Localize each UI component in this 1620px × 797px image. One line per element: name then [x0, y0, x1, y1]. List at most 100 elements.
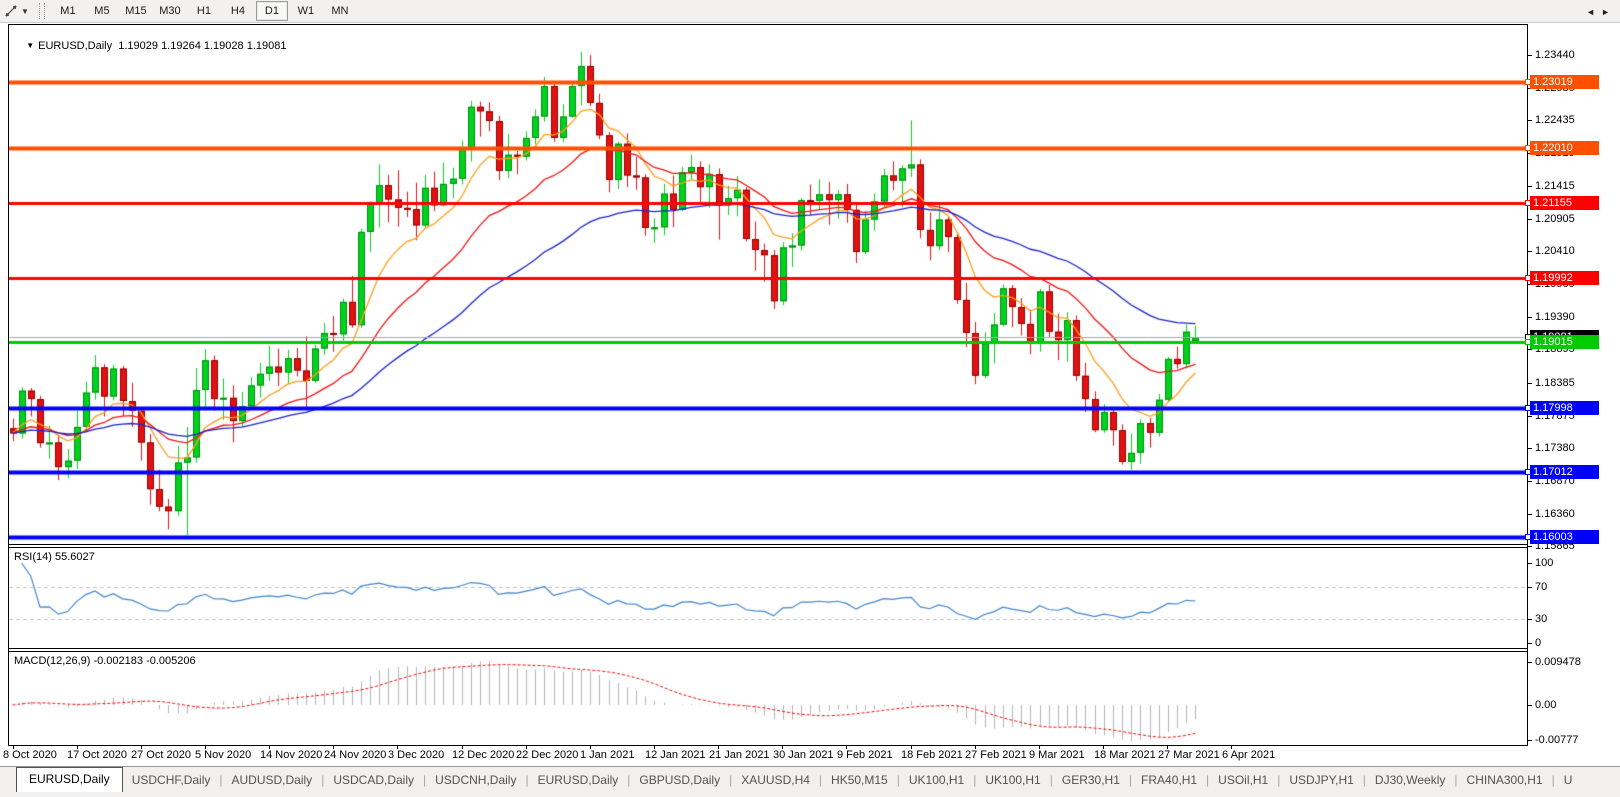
date-tick-label: 8 Oct 2020 — [3, 749, 57, 761]
level-price-box: 1.17998 — [1530, 401, 1599, 415]
chart-tab-ger30-h1[interactable]: GER30,H1 — [1053, 769, 1129, 792]
axis-tick-mark — [1528, 186, 1532, 187]
level-price-box: 1.19015 — [1530, 335, 1599, 349]
axis-tick-mark — [1528, 55, 1532, 56]
chart-tab-uk100-h1[interactable]: UK100,H1 — [900, 769, 973, 792]
date-tick-label: 14 Nov 2020 — [260, 749, 322, 761]
date-tick-label: 30 Jan 2021 — [773, 749, 834, 761]
chart-tab-hk50-m15[interactable]: HK50,M15 — [822, 769, 897, 792]
date-tick-label: 27 Mar 2021 — [1158, 749, 1220, 761]
date-tick-label: 24 Nov 2020 — [324, 749, 386, 761]
axis-tick-mark — [1528, 514, 1532, 515]
chart-tab-bar: EURUSD,DailyUSDCHF,Daily|AUDUSD,Daily|US… — [0, 766, 1620, 792]
chart-tab-usdcnh-daily[interactable]: USDCNH,Daily — [426, 769, 525, 792]
date-tick-label: 27 Oct 2020 — [131, 749, 191, 761]
tab-scroll-left-icon[interactable]: ◄ — [1586, 7, 1601, 17]
price-tick-label: 1.18385 — [1535, 376, 1575, 390]
date-tick-label: 12 Jan 2021 — [645, 749, 706, 761]
price-tick-label: 30 — [1535, 612, 1547, 626]
level-connector-icon — [1525, 405, 1531, 411]
axis-tick-mark — [1528, 120, 1532, 121]
chart-tab-gbpusd-daily[interactable]: GBPUSD,Daily — [630, 769, 729, 792]
timeframe-toolbar: ▼ M1M5M15M30H1H4D1W1MN — [0, 0, 1620, 23]
chart-tab-eurusd-daily[interactable]: EURUSD,Daily — [529, 769, 628, 792]
chart-symbol-title: ▼EURUSD,Daily 1.19029 1.19264 1.19028 1.… — [14, 28, 286, 64]
rsi-label: RSI(14) 55.6027 — [14, 551, 95, 563]
date-tick-label: 27 Feb 2021 — [965, 749, 1027, 761]
chart-tab-china300-h1[interactable]: CHINA300,H1 — [1458, 769, 1552, 792]
timeframe-button-mn[interactable]: MN — [324, 1, 356, 21]
timeframe-button-m1[interactable]: M1 — [52, 1, 84, 21]
level-connector-icon — [1525, 145, 1531, 151]
chart-tab-u[interactable]: U — [1555, 769, 1582, 792]
chart-tab-usdcad-daily[interactable]: USDCAD,Daily — [324, 769, 423, 792]
price-tick-label: 1.20905 — [1535, 212, 1575, 226]
chart-tab-usdjpy-h1[interactable]: USDJPY,H1 — [1280, 769, 1362, 792]
chevron-down-icon[interactable]: ▼ — [21, 7, 29, 16]
date-axis: 8 Oct 2020 17 Oct 2020 27 Oct 2020 5 Nov 20… — [0, 746, 1620, 766]
axis-tick-mark — [1528, 349, 1532, 350]
chart-tab-usoil-h1[interactable]: USOil,H1 — [1209, 769, 1277, 792]
level-connector-icon — [1525, 534, 1531, 540]
axis-tick-mark — [1528, 219, 1532, 220]
date-tick-label: 22 Dec 2020 — [516, 749, 578, 761]
chart-tab-uk100-h1[interactable]: UK100,H1 — [976, 769, 1049, 792]
timeframe-button-d1[interactable]: D1 — [256, 1, 288, 21]
toolbar-grip[interactable] — [39, 3, 45, 19]
level-price-box: 1.22010 — [1530, 141, 1599, 155]
axis-tick-mark — [1528, 705, 1532, 706]
chart-tab-fra40-h1[interactable]: FRA40,H1 — [1132, 769, 1206, 792]
axis-tick-mark — [1528, 481, 1532, 482]
price-tick-label: 100 — [1535, 556, 1553, 570]
date-tick-label: 18 Mar 2021 — [1094, 749, 1156, 761]
timeframe-button-m5[interactable]: M5 — [86, 1, 118, 21]
tab-scroll-right-icon[interactable]: ► — [1601, 7, 1616, 17]
price-tick-label: 1.23440 — [1535, 48, 1575, 62]
axis-tick-mark — [1528, 416, 1532, 417]
crosshair-tool-icon[interactable] — [2, 3, 20, 19]
axis-tick-mark — [1528, 546, 1532, 547]
symbol-dropdown-icon[interactable]: ▼ — [26, 41, 34, 50]
axis-tick-mark — [1528, 662, 1532, 663]
timeframe-button-w1[interactable]: W1 — [290, 1, 322, 21]
chart-window: ▼EURUSD,Daily 1.19029 1.19264 1.19028 1.… — [8, 24, 1528, 746]
chart-tab-usdchf-daily[interactable]: USDCHF,Daily — [123, 769, 220, 792]
level-price-box: 1.21155 — [1530, 196, 1599, 210]
price-chart-canvas[interactable] — [9, 25, 1527, 544]
level-connector-icon — [1525, 469, 1531, 475]
timeframe-button-h4[interactable]: H4 — [222, 1, 254, 21]
date-tick-label: 5 Nov 2020 — [195, 749, 251, 761]
axis-tick-mark — [1528, 317, 1532, 318]
timeframe-button-m30[interactable]: M30 — [154, 1, 186, 21]
chart-tab-audusd-daily[interactable]: AUDUSD,Daily — [223, 769, 322, 792]
price-tick-label: 1.16360 — [1535, 507, 1575, 521]
rsi-pane-canvas[interactable] — [9, 548, 1527, 648]
timeframe-button-m15[interactable]: M15 — [120, 1, 152, 21]
date-tick-label: 21 Jan 2021 — [709, 749, 770, 761]
chart-tab-dj30-weekly[interactable]: DJ30,Weekly — [1366, 769, 1454, 792]
price-tick-label: 0.009478 — [1535, 655, 1581, 669]
price-tick-label: 1.19390 — [1535, 310, 1575, 324]
timeframe-button-h1[interactable]: H1 — [188, 1, 220, 21]
date-tick-label: 9 Feb 2021 — [837, 749, 893, 761]
axis-tick-mark — [1528, 383, 1532, 384]
price-tick-label: 0.00 — [1535, 698, 1556, 712]
chart-tab-xauusd-h4[interactable]: XAUUSD,H4 — [732, 769, 819, 792]
macd-pane-canvas[interactable] — [9, 652, 1527, 745]
level-connector-icon — [1525, 275, 1531, 281]
axis-tick-mark — [1528, 563, 1532, 564]
date-tick-label: 18 Feb 2021 — [901, 749, 963, 761]
axis-tick-mark — [1528, 643, 1532, 644]
level-connector-icon — [1525, 339, 1531, 345]
price-tick-label: 1.21415 — [1535, 179, 1575, 193]
axis-tick-mark — [1528, 619, 1532, 620]
price-tick-label: 1.22435 — [1535, 113, 1575, 127]
price-tick-label: 1.20410 — [1535, 244, 1575, 258]
level-price-box: 1.19992 — [1530, 271, 1599, 285]
timeframe-buttons: M1M5M15M30H1H4D1W1MN — [51, 1, 357, 21]
level-price-box: 1.16003 — [1530, 530, 1599, 544]
date-tick-label: 9 Mar 2021 — [1029, 749, 1085, 761]
chart-tab-eurusd-daily[interactable]: EURUSD,Daily — [16, 767, 123, 792]
symbol-label: EURUSD,Daily — [38, 40, 112, 52]
date-tick-label: 17 Oct 2020 — [67, 749, 127, 761]
